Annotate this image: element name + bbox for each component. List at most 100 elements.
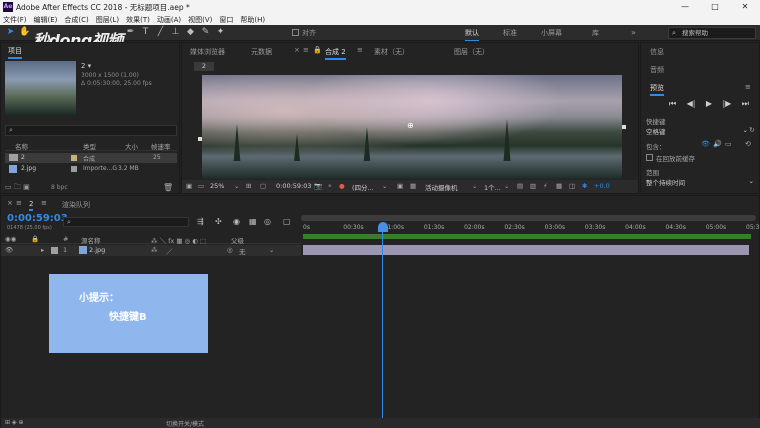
resolution-select[interactable]: (四分... (352, 182, 374, 192)
menu-layer[interactable]: 图层(L) (96, 15, 119, 25)
last-frame-button[interactable]: ⏭ (742, 99, 749, 109)
reset-icon[interactable]: ↻ (749, 126, 755, 134)
chevron-down-icon[interactable]: ⌄ (504, 182, 509, 190)
workspace-default[interactable]: 默认 (465, 28, 479, 41)
tab-timeline-comp[interactable]: 2 (29, 200, 34, 211)
maximize-button[interactable]: □ (700, 0, 730, 14)
layer-row[interactable]: 👁 ▸ 1 2.jpg ⁂ ／ ◎ 无 ⌄ (1, 245, 301, 256)
collapse-switch-icon[interactable]: ⁂ (151, 246, 158, 254)
pixel-aspect-icon[interactable]: ▥ (530, 182, 536, 190)
cache-checkbox[interactable] (646, 154, 653, 161)
fast-preview-icon[interactable]: ⚡ (543, 182, 548, 190)
column-fps[interactable]: 帧速率 (151, 141, 171, 151)
exposure-icon[interactable]: ✱ (582, 182, 587, 190)
parent-select[interactable]: 无 (239, 246, 246, 256)
tab-render-queue[interactable]: 渲染队列 (62, 200, 90, 210)
chevron-down-icon[interactable]: ⌄ (234, 182, 239, 190)
frame-blending-icon[interactable]: ▦ (249, 217, 257, 226)
trash-icon[interactable]: 🗑 (163, 183, 173, 192)
interpret-footage-icon[interactable]: ▭ (5, 183, 12, 191)
tab-footage[interactable]: 素材（无） (374, 47, 409, 57)
table-row[interactable]: 2 合成 25 (5, 153, 177, 163)
new-folder-icon[interactable]: 🗀 (14, 183, 21, 191)
tab-project[interactable]: 项目 (8, 46, 22, 59)
close-tab-icon[interactable]: × (294, 46, 300, 54)
exposure-value[interactable]: +0.0 (594, 182, 610, 190)
graph-editor-icon[interactable]: ▢ (283, 217, 291, 226)
eye-icon[interactable]: 👁 (5, 246, 13, 254)
hand-tool-icon[interactable]: ✋ (19, 27, 30, 38)
include-video-icon[interactable]: 👁 (701, 140, 710, 148)
snap-checkbox[interactable] (292, 29, 299, 36)
loop-icon[interactable]: ⟲ (745, 140, 751, 148)
work-area-bar[interactable] (303, 234, 751, 239)
project-item-name[interactable]: 2 ▾ (81, 62, 91, 70)
flowchart-icon[interactable]: ◫ (569, 182, 575, 190)
grid-icon[interactable]: ⊞ (246, 182, 251, 190)
motion-blur-icon[interactable]: ◎ (264, 217, 271, 226)
include-audio-icon[interactable]: 🔊 (713, 140, 722, 148)
include-overlay-icon[interactable]: ▭ (725, 140, 732, 148)
close-button[interactable]: ✕ (730, 0, 760, 14)
shortcut-select[interactable]: 空格键 ⌄ (646, 126, 748, 136)
tab-preview[interactable]: 预览 (650, 83, 664, 96)
layout-icon[interactable]: ▤ (517, 182, 523, 190)
playhead-handle[interactable] (378, 222, 389, 232)
mask-icon[interactable]: ▢ (260, 182, 266, 190)
range-select[interactable]: 整个持续时间 ⌄ (646, 177, 756, 187)
tab-metadata[interactable]: 元数据 (251, 47, 272, 57)
bounding-handle[interactable] (198, 137, 202, 141)
label-color-swatch[interactable] (71, 166, 77, 172)
previous-frame-button[interactable]: ◀| (687, 99, 696, 109)
region-of-interest-icon[interactable]: ▣ (397, 182, 403, 190)
type-tool-icon[interactable]: T (140, 27, 151, 38)
pen-tool-icon[interactable]: ✒ (125, 27, 136, 38)
label-color-swatch[interactable] (51, 247, 58, 254)
eraser-tool-icon[interactable]: ◆ (185, 27, 196, 38)
expand-arrow-icon[interactable]: ▸ (41, 246, 44, 254)
magnification-icon[interactable]: ▭ (198, 182, 204, 190)
playhead[interactable] (378, 222, 389, 428)
composition-preview-image[interactable]: ⊕ (202, 75, 622, 179)
menu-icon[interactable]: ≡ (16, 199, 22, 207)
column-name[interactable]: 名称 (15, 141, 28, 151)
column-parent[interactable]: 父级 (231, 235, 244, 245)
footer-icons[interactable]: ⊞ ◈ ⊕ (5, 419, 23, 426)
timeline-timecode[interactable]: 0:00:59:03 (7, 213, 68, 224)
menu-animation[interactable]: 动画(A) (157, 15, 181, 25)
layer-name[interactable]: 2.jpg (89, 246, 105, 254)
close-tab-icon[interactable]: × (7, 199, 13, 207)
tab-info[interactable]: 信息 (650, 47, 664, 57)
chevron-down-icon[interactable]: ⌄ (382, 182, 387, 190)
viewer-timecode[interactable]: 0:00:59:03 (276, 182, 312, 190)
chevron-down-icon[interactable]: ⌄ (269, 246, 274, 254)
shy-layers-icon[interactable]: ◉ (233, 217, 240, 226)
draft-3d-icon[interactable]: ✣ (215, 217, 222, 226)
views-select[interactable]: 1个... (484, 182, 501, 192)
menu-icon[interactable]: ≡ (357, 46, 363, 54)
menu-edit[interactable]: 编辑(E) (34, 15, 58, 25)
tab-layer[interactable]: 图层（无） (454, 47, 489, 57)
workspace-standard[interactable]: 标准 (503, 28, 517, 38)
project-search-input[interactable]: ⌕ (5, 125, 177, 136)
pick-whip-icon[interactable]: ◎ (227, 246, 233, 254)
brush-tool-icon[interactable]: ╱ (155, 27, 166, 38)
play-button[interactable]: ▶ (706, 99, 712, 109)
menu-window[interactable]: 窗口 (219, 15, 233, 25)
timeline-zoom-slider[interactable] (301, 215, 756, 221)
menu-icon[interactable]: ≡ (303, 46, 309, 54)
timeline-search-input[interactable]: ⌕ (63, 217, 189, 227)
label-color-swatch[interactable] (71, 155, 77, 161)
puppet-tool-icon[interactable]: ✦ (215, 27, 226, 38)
camera-select[interactable]: 活动摄像机 (425, 182, 458, 192)
help-search-input[interactable]: ⌕ 搜索帮助 (668, 27, 756, 39)
time-ruler[interactable]: 0s 00:30s 01:00s 01:30s 02:00s 02:30s 03:00s 03… (301, 224, 759, 234)
menu-composition[interactable]: 合成(C) (64, 15, 88, 25)
workspace-more-icon[interactable]: » (631, 28, 636, 37)
table-row[interactable]: 2.jpg Importe...G 3.2 MB (5, 164, 177, 174)
chevron-down-icon[interactable]: ⌄ (472, 182, 477, 190)
color-channel-icon[interactable]: ● (339, 182, 345, 190)
comp-flowchart-icon[interactable]: ⇶ (197, 217, 204, 226)
tab-composition[interactable]: 合成 2 (325, 47, 346, 60)
zoom-select[interactable]: 25% (210, 182, 224, 190)
